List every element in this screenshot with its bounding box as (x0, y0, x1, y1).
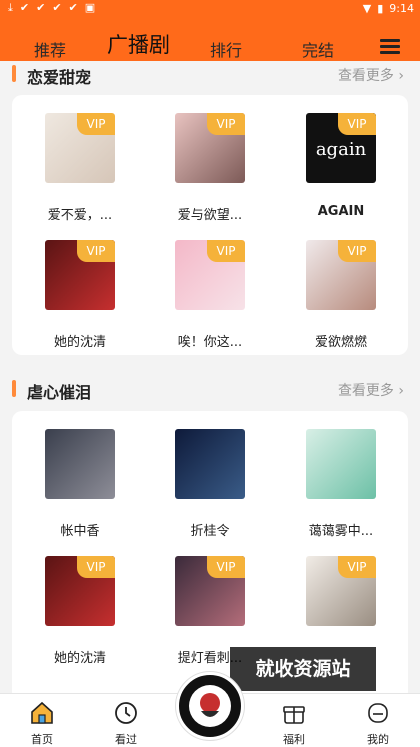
nav-profile-label: 我的 (367, 733, 389, 746)
watermark-banner: 就收资源站 (230, 647, 376, 691)
section-title: 虐心催泪 (27, 383, 92, 402)
clock-icon (115, 702, 137, 724)
gift-icon (283, 706, 305, 724)
drama-item[interactable]: 折桂令 (150, 429, 270, 539)
drama-item[interactable]: VIP 她的沈清 (20, 556, 140, 666)
cover-image: VIP (175, 556, 245, 626)
tab-recommend[interactable]: 推荐 (34, 37, 66, 61)
vip-badge: VIP (77, 240, 115, 262)
section-accent-bar (12, 380, 16, 397)
see-more-link[interactable]: 查看更多 › (338, 65, 404, 85)
drama-item[interactable]: VIP 爱与欲望... (150, 113, 270, 223)
drama-item[interactable]: VIP 爱欲燃燃 (281, 240, 401, 350)
nav-profile[interactable]: 我的 (358, 700, 398, 747)
drama-item[interactable]: VIP again AGAIN (281, 113, 401, 219)
cover-image (45, 429, 115, 499)
cover-image (175, 429, 245, 499)
check-icon: ✔ (68, 1, 78, 14)
cover-image: VIP (45, 113, 115, 183)
tab-radio-drama[interactable]: 广播剧 (107, 29, 170, 59)
cover-image: VIP (175, 240, 245, 310)
wifi-icon: ▼ (362, 2, 372, 15)
check-icon: ✔ (36, 1, 46, 14)
section-title: 恋爱甜宠 (27, 68, 92, 87)
home-icon (31, 701, 53, 724)
drama-title: 蔼蔼雾中... (308, 524, 374, 539)
nav-welfare-label: 福利 (283, 733, 305, 746)
drama-title: 折桂令 (190, 524, 230, 539)
profile-icon (368, 703, 388, 723)
vip-badge: VIP (207, 240, 245, 262)
vip-badge: VIP (207, 113, 245, 135)
vip-badge: VIP (338, 240, 376, 262)
drama-title: 爱不爱，... (47, 208, 113, 223)
drama-item[interactable]: VIP 唉！你这... (150, 240, 270, 350)
app-icon: ▣ (84, 1, 96, 14)
drama-item[interactable]: VIP 爱不爱，... (20, 113, 140, 223)
drama-item[interactable]: 蔼蔼雾中... (281, 429, 401, 539)
download-icon: ⤓ (8, 1, 13, 14)
notification-icons: ⤓ ✔ ✔ ✔ ✔ ▣ (8, 2, 95, 14)
section-accent-bar (12, 65, 16, 82)
cover-image: VIP (45, 240, 115, 310)
cover-image: VIP again (306, 113, 376, 183)
drama-title: 帐中香 (60, 524, 100, 539)
drama-title: 她的沈清 (53, 335, 106, 350)
play-disc-button[interactable] (176, 672, 244, 740)
cover-text: again (315, 139, 367, 160)
section-header: 虐心催泪 查看更多 › (0, 376, 420, 404)
drama-item[interactable]: VIP (281, 556, 401, 647)
cover-image: VIP (175, 113, 245, 183)
check-icon: ✔ (52, 1, 62, 14)
cover-image (306, 429, 376, 499)
content-feed[interactable]: 恋爱甜宠 查看更多 › VIP 爱不爱，... VIP 爱与欲望... VIP … (0, 61, 420, 693)
battery-icon: ▮ (377, 2, 384, 15)
drama-title: 唉！你这... (177, 335, 243, 350)
rose-icon (189, 685, 231, 727)
vip-badge: VIP (338, 556, 376, 578)
vip-badge: VIP (77, 113, 115, 135)
see-more-link[interactable]: 查看更多 › (338, 380, 404, 400)
nav-history[interactable]: 看过 (106, 700, 146, 747)
cover-image: VIP (306, 556, 376, 626)
nav-home-label: 首页 (31, 733, 53, 746)
nav-welfare[interactable]: 福利 (274, 700, 314, 747)
vip-badge: VIP (207, 556, 245, 578)
drama-title: 爱与欲望... (177, 208, 243, 223)
drama-title: 她的沈清 (53, 651, 106, 666)
vip-badge: VIP (338, 113, 376, 135)
cover-image: VIP (306, 240, 376, 310)
tab-completed[interactable]: 完结 (302, 37, 334, 61)
status-bar: ⤓ ✔ ✔ ✔ ✔ ▣ ▼ ▮ 9:14 (0, 0, 420, 17)
vip-badge: VIP (77, 556, 115, 578)
drama-item[interactable]: VIP 她的沈清 (20, 240, 140, 350)
nav-history-label: 看过 (115, 733, 137, 746)
drama-title: AGAIN (317, 204, 365, 219)
section-panel: VIP 爱不爱，... VIP 爱与欲望... VIP again AGAIN … (12, 95, 408, 355)
menu-icon[interactable] (380, 39, 400, 55)
check-icon: ✔ (19, 1, 30, 14)
cover-image: VIP (45, 556, 115, 626)
drama-title: 爱欲燃燃 (314, 335, 367, 350)
status-time: 9:14 (389, 2, 414, 15)
nav-home[interactable]: 首页 (22, 700, 62, 747)
section-header: 恋爱甜宠 查看更多 › (0, 61, 420, 89)
tab-ranking[interactable]: 排行 (210, 37, 242, 61)
top-nav: 推荐 广播剧 排行 完结 (0, 17, 420, 61)
drama-item[interactable]: 帐中香 (20, 429, 140, 539)
